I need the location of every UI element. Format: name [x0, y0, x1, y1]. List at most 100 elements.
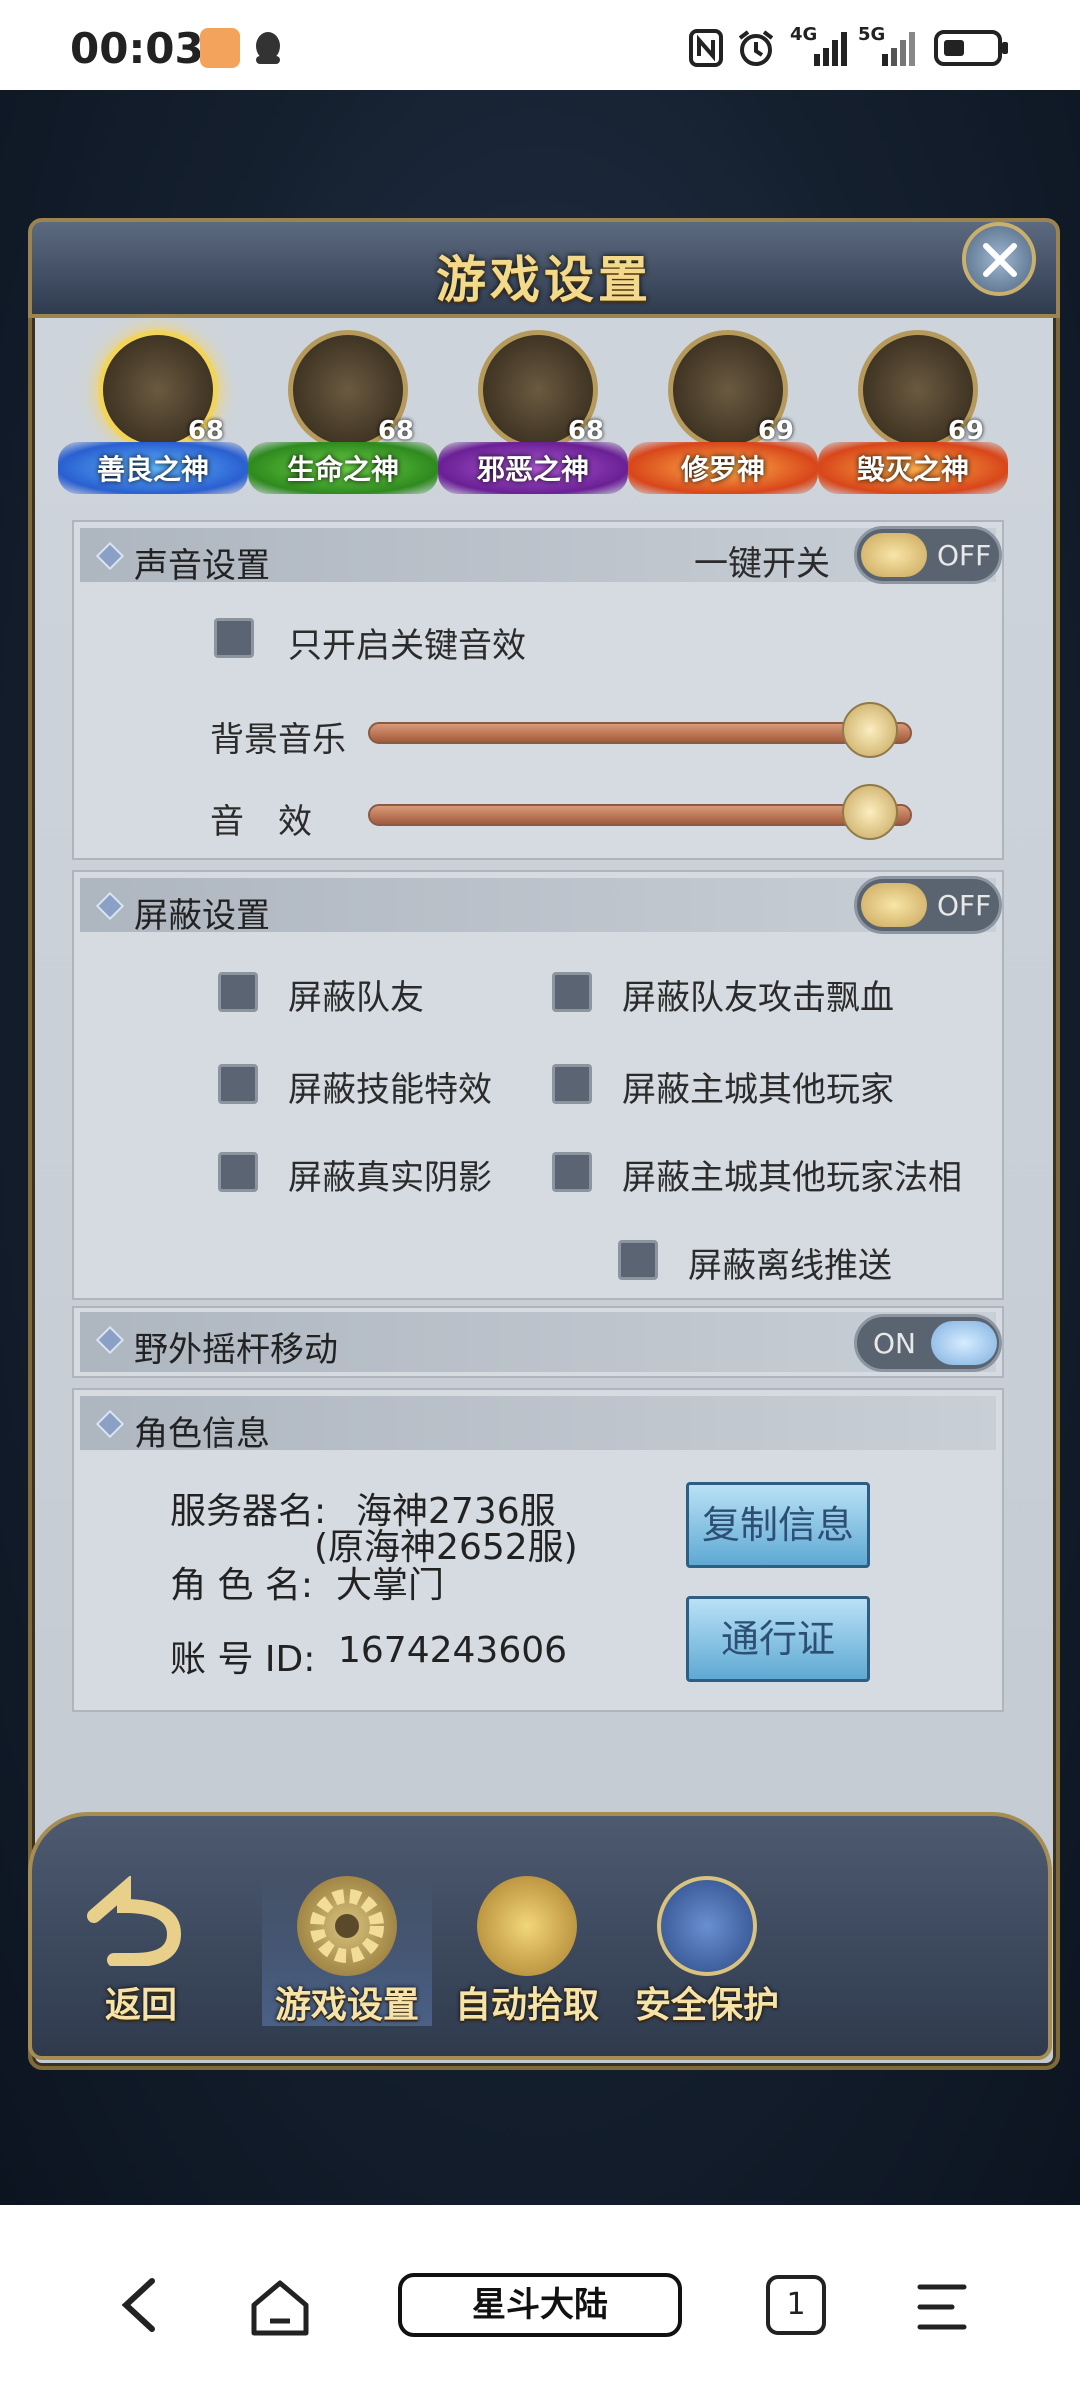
diamond-icon: [95, 891, 125, 921]
role-info-section: 角色信息 服务器名: 海神2736服 (原海神2652服) 角 色 名: 大掌门…: [72, 1388, 1004, 1712]
bgm-slider-knob[interactable]: [842, 702, 898, 758]
signal-4g-icon: 4G: [790, 24, 850, 68]
master-switch-label: 一键开关: [694, 544, 830, 584]
joystick-toggle[interactable]: ON: [854, 1314, 1002, 1372]
nav-game-settings[interactable]: 游戏设置: [262, 1876, 432, 2026]
dialog-titlebar: 游戏设置: [28, 218, 1060, 318]
god-selector: 68 善良之神 68 生命之神 68 邪恶之神 69 修罗神 69 毁灭之神: [58, 330, 1018, 500]
god-name: 生命之神: [248, 442, 438, 494]
key-sound-only-checkbox[interactable]: [214, 618, 254, 658]
section-header: 角色信息: [80, 1396, 996, 1454]
home-button[interactable]: [248, 2275, 312, 2339]
nav-label: 自动拾取: [454, 1985, 599, 2026]
role-name-value: 大掌门: [336, 1565, 445, 1606]
toggle-state: OFF: [937, 889, 992, 922]
nav-label: 安全保护: [634, 1985, 779, 2026]
diamond-icon: [95, 1325, 125, 1355]
back-nav-button[interactable]: [112, 2275, 172, 2335]
block-skill-effects-checkbox[interactable]: [218, 1064, 258, 1104]
shield-lock-icon: [657, 1876, 757, 1976]
sound-settings-section: 声音设置 一键开关 OFF 只开启关键音效 背景音乐 音 效: [72, 520, 1004, 860]
toggle-knob: [931, 1321, 997, 1365]
back-label: 返回: [104, 1985, 177, 2026]
back-arrow-icon: [87, 1876, 182, 1966]
sfx-label: 音 效: [210, 802, 312, 842]
gear-icon: [297, 1876, 397, 1976]
nav-label: 游戏设置: [274, 1985, 419, 2026]
block-settings-section: 屏蔽设置 OFF 屏蔽队友 屏蔽队友攻击飘血 屏蔽技能特效 屏蔽主城其他玩家 屏…: [72, 870, 1004, 1300]
god-portrait-4[interactable]: 69 修罗神: [628, 330, 818, 500]
page-title-tab[interactable]: 星斗大陆: [398, 2273, 682, 2337]
god-name: 邪恶之神: [438, 442, 628, 494]
god-portrait-5[interactable]: 69 毁灭之神: [818, 330, 1008, 500]
master-sound-toggle[interactable]: OFF: [854, 526, 1002, 584]
tab-count: 1: [786, 2287, 806, 2322]
block-option-label: 屏蔽真实阴影: [288, 1158, 492, 1198]
nav-auto-pickup[interactable]: 自动拾取: [442, 1876, 612, 2026]
browser-toolbar: 星斗大陆 1: [0, 2205, 1080, 2400]
god-portrait-2[interactable]: 68 生命之神: [248, 330, 438, 500]
back-button[interactable]: 返回: [56, 1876, 226, 2026]
status-time: 00:03: [70, 24, 204, 73]
close-icon: [983, 243, 1017, 277]
status-bar: 00:03 4G 5G: [0, 0, 1080, 90]
diamond-icon: [95, 541, 125, 571]
god-name: 毁灭之神: [818, 442, 1008, 494]
sfx-slider-knob[interactable]: [842, 784, 898, 840]
section-header: 屏蔽设置 OFF: [80, 876, 1002, 936]
toggle-knob: [861, 883, 927, 927]
god-portrait-1[interactable]: 68 善良之神: [58, 330, 248, 500]
toggle-state: ON: [873, 1327, 916, 1360]
battery-icon: [934, 28, 1010, 68]
home-icon: [251, 2280, 309, 2336]
chevron-left-icon: [121, 2278, 155, 2332]
block-option-label: 屏蔽队友攻击飘血: [622, 978, 894, 1018]
god-name: 善良之神: [58, 442, 248, 494]
sfx-slider[interactable]: [368, 804, 912, 826]
block-city-player-avatar-checkbox[interactable]: [552, 1152, 592, 1192]
coin-bag-icon: [477, 1876, 577, 1976]
joystick-section: 野外摇杆移动 ON: [72, 1306, 1004, 1378]
nav-security[interactable]: 安全保护: [622, 1876, 792, 2026]
bgm-label: 背景音乐: [210, 720, 346, 760]
passport-button[interactable]: 通行证: [686, 1596, 870, 1682]
god-name: 修罗神: [628, 442, 818, 494]
section-title: 声音设置: [134, 546, 270, 586]
block-teammates-checkbox[interactable]: [218, 972, 258, 1012]
nfc-icon: [688, 28, 724, 68]
menu-button[interactable]: [912, 2277, 972, 2337]
block-toggle[interactable]: OFF: [854, 876, 1002, 934]
signal-5g-icon: 5G: [858, 24, 918, 68]
menu-icon: [917, 2284, 967, 2330]
alarm-icon: [736, 28, 776, 68]
block-option-label: 屏蔽离线推送: [688, 1246, 892, 1286]
block-option-label: 屏蔽主城其他玩家: [622, 1070, 894, 1110]
block-option-label: 屏蔽主城其他玩家法相: [622, 1158, 962, 1198]
bgm-slider[interactable]: [368, 722, 912, 744]
block-option-label: 屏蔽技能特效: [288, 1070, 492, 1110]
block-offline-push-checkbox[interactable]: [618, 1240, 658, 1280]
close-button[interactable]: [962, 222, 1036, 296]
block-option-label: 屏蔽队友: [288, 978, 424, 1018]
copy-info-button[interactable]: 复制信息: [686, 1482, 870, 1568]
block-real-shadow-checkbox[interactable]: [218, 1152, 258, 1192]
qq-icon: [250, 28, 286, 68]
section-header: 野外摇杆移动 ON: [80, 1312, 1002, 1372]
section-title: 角色信息: [134, 1414, 270, 1454]
toggle-knob: [861, 533, 927, 577]
account-id-label: 账 号 ID:: [170, 1639, 316, 1680]
god-portrait-3[interactable]: 68 邪恶之神: [438, 330, 628, 500]
section-title: 屏蔽设置: [134, 896, 270, 936]
role-name-label: 角 色 名:: [170, 1565, 314, 1606]
block-teammate-damage-checkbox[interactable]: [552, 972, 592, 1012]
diamond-icon: [95, 1409, 125, 1439]
account-id-value: 1674243606: [338, 1630, 568, 1671]
toggle-state: OFF: [937, 539, 992, 572]
tabs-button[interactable]: 1: [766, 2275, 826, 2335]
block-city-players-checkbox[interactable]: [552, 1064, 592, 1104]
section-header: 声音设置 一键开关 OFF: [80, 526, 1002, 586]
server-label: 服务器名:: [170, 1491, 327, 1532]
key-sound-only-label: 只开启关键音效: [288, 626, 526, 666]
game-bottom-nav: 返回 游戏设置 自动拾取 安全保护: [28, 1812, 1052, 2060]
dialog-title: 游戏设置: [436, 251, 652, 309]
